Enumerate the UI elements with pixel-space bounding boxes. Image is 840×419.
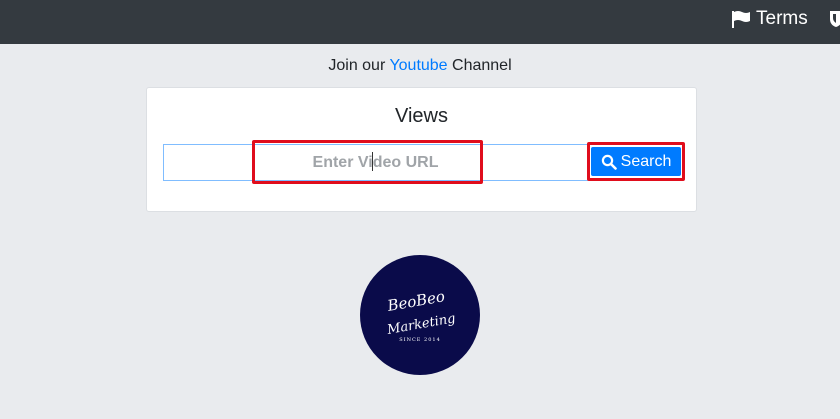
search-label: Search	[620, 152, 672, 170]
search-button[interactable]: Search	[591, 147, 681, 176]
views-card: Views Search	[146, 87, 697, 212]
search-icon	[601, 154, 617, 170]
logo-line3: SINCE 2014	[399, 337, 441, 343]
terms-label: Terms	[756, 8, 808, 29]
join-prefix: Join our	[328, 57, 386, 74]
join-channel-text: Join our Youtube Channel	[0, 57, 840, 75]
card-title: Views	[395, 105, 448, 127]
terms-link[interactable]: Terms	[731, 8, 808, 30]
video-url-input[interactable]	[163, 144, 588, 181]
flag-icon	[732, 11, 750, 28]
top-navbar: Terms	[0, 0, 840, 44]
logo-line2: Marketing	[385, 311, 456, 338]
join-suffix: Channel	[452, 57, 512, 74]
logo-artwork: BeoBeo Marketing SINCE 2014	[385, 287, 457, 343]
shield-icon[interactable]	[829, 10, 840, 28]
youtube-link[interactable]: Youtube	[389, 57, 447, 74]
logo-line1: BeoBeo	[385, 287, 446, 315]
text-cursor	[372, 152, 373, 171]
beobeo-marketing-logo: BeoBeo Marketing SINCE 2014	[360, 255, 480, 375]
